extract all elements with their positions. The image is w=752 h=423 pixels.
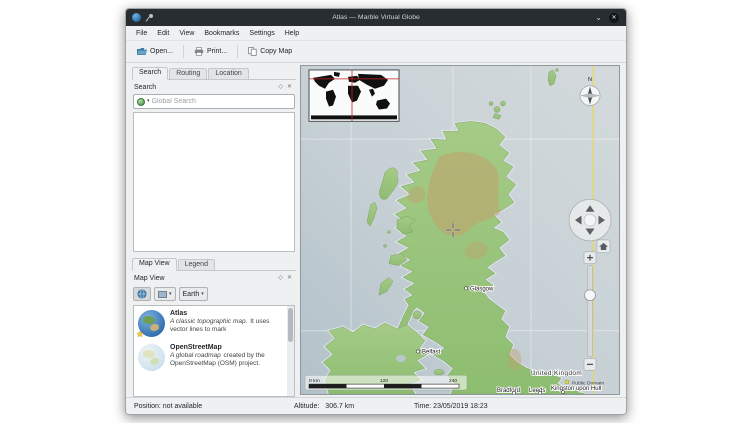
view-tabbar: Map View Legend [132, 256, 296, 271]
glasgow-label: Glasgow [470, 286, 494, 292]
menubar: File Edit View Bookmarks Settings Help [126, 26, 626, 41]
float-panel-icon[interactable]: ◇ [276, 274, 285, 283]
scale-zero-label: 0 km [309, 378, 320, 384]
status-time: Time: 23/05/2019 18:23 [414, 403, 488, 410]
united-kingdom-label: United Kingdom [531, 370, 582, 377]
tab-map-view[interactable]: Map View [132, 258, 177, 271]
search-input[interactable] [152, 98, 291, 105]
tab-legend[interactable]: Legend [178, 259, 215, 270]
mapview-panel-title: Map View [134, 275, 276, 282]
globe-projection-button[interactable] [133, 287, 151, 301]
celestial-body-value: Earth [183, 291, 200, 298]
copy-icon [248, 47, 257, 56]
tab-location[interactable]: Location [208, 68, 248, 79]
copy-map-button[interactable]: Copy Map [242, 44, 298, 59]
shade-window-icon[interactable]: ⌄ [595, 14, 602, 22]
search-panel-header: Search ◇ ✕ [132, 80, 296, 93]
global-search-field[interactable]: ▾ [133, 94, 295, 109]
atlas-thumbnail: ★ [138, 310, 165, 337]
print-label: Print... [207, 48, 227, 55]
status-altitude: Altitude: 306.7 km [294, 403, 382, 410]
theme-item-atlas[interactable]: ★ Atlas A classic topographic map. It us… [134, 306, 294, 340]
theme-description: A global roadmap created by the OpenStre… [170, 352, 284, 368]
open-label: Open... [150, 48, 173, 55]
chevron-down-icon: ▾ [201, 292, 204, 297]
lough-neagh [396, 355, 406, 362]
menu-help[interactable]: Help [280, 28, 304, 39]
zoom-slider-track[interactable] [588, 266, 593, 357]
overview-map-inset[interactable] [309, 70, 399, 121]
belfast-label: Belfast [422, 350, 441, 356]
close-panel-icon[interactable]: ✕ [285, 274, 294, 283]
search-panel-title: Search [134, 84, 276, 91]
projection-dropdown[interactable]: ▾ [154, 287, 176, 301]
altitude-value: 306.7 km [325, 403, 354, 410]
scale-bar: 0 km 120 240 [305, 375, 467, 390]
zoom-slider-handle[interactable] [585, 290, 596, 301]
close-window-icon[interactable]: ✕ [609, 13, 619, 23]
toolbar-separator [183, 45, 184, 58]
hull-label: Kingston upon Hull [551, 386, 601, 392]
flat-map-icon [158, 291, 167, 298]
leeds-label: Leeds [529, 388, 545, 394]
menu-file[interactable]: File [131, 28, 152, 39]
globe-projection-icon [137, 289, 147, 299]
search-results-list[interactable] [133, 112, 295, 252]
pin-icon[interactable] [145, 13, 154, 22]
menu-bookmarks[interactable]: Bookmarks [199, 28, 244, 39]
marble-window: Atlas — Marble Virtual Globe ⌄ ✕ File Ed… [125, 8, 627, 415]
toolbar-separator [237, 45, 238, 58]
map-theme-list: ★ Atlas A classic topographic map. It us… [133, 305, 295, 397]
statusbar: Position: not available Altitude: 306.7 … [126, 397, 626, 414]
home-button[interactable] [597, 240, 610, 253]
svg-text:Public Domain: Public Domain [572, 381, 604, 387]
status-position: Position: not available [134, 403, 294, 410]
tab-routing[interactable]: Routing [169, 68, 207, 79]
chevron-down-icon: ▾ [169, 292, 172, 297]
folder-open-icon [137, 47, 147, 56]
copy-map-label: Copy Map [260, 48, 292, 55]
scale-end-label: 240 [449, 378, 458, 384]
compass-north-label: N [588, 77, 592, 83]
navigation-pad[interactable] [569, 199, 611, 240]
search-tabbar: Search Routing Location [132, 65, 296, 80]
open-button[interactable]: Open... [131, 44, 179, 59]
titlebar[interactable]: Atlas — Marble Virtual Globe ⌄ ✕ [126, 9, 626, 26]
bradford-label: Bradford [497, 388, 520, 394]
openstreetmap-thumbnail [138, 344, 165, 371]
theme-name: OpenStreetMap [170, 344, 284, 351]
search-provider-arrow-icon[interactable]: ▾ [147, 99, 150, 104]
mapview-panel-header: Map View ◇ ✕ [132, 271, 296, 284]
menu-settings[interactable]: Settings [244, 28, 279, 39]
scale-mid-label: 120 [380, 378, 389, 384]
altitude-label: Altitude: [294, 403, 319, 410]
search-globe-icon [137, 98, 145, 106]
print-button[interactable]: Print... [188, 44, 233, 59]
scrollbar-handle[interactable] [288, 308, 293, 342]
menu-edit[interactable]: Edit [152, 28, 174, 39]
map-viewport[interactable]: Glasgow Belfast Bradford Leeds Kingston … [300, 65, 620, 395]
menu-view[interactable]: View [174, 28, 199, 39]
theme-description: A classic topographic map. It uses vecto… [170, 318, 284, 334]
float-panel-icon[interactable]: ◇ [276, 83, 285, 92]
close-panel-icon[interactable]: ✕ [285, 83, 294, 92]
printer-icon [194, 47, 204, 56]
favorite-star-icon[interactable]: ★ [136, 329, 144, 340]
window-title: Atlas — Marble Virtual Globe [126, 14, 626, 21]
sidebar: Search Routing Location Search ◇ ✕ ▾ Map… [126, 63, 298, 397]
map-canvas[interactable]: Glasgow Belfast Bradford Leeds Kingston … [301, 66, 619, 394]
theme-item-openstreetmap[interactable]: OpenStreetMap A global roadmap created b… [134, 340, 294, 374]
theme-name: Atlas [170, 310, 284, 317]
tab-search[interactable]: Search [132, 67, 168, 80]
mapview-controls: ▾ Earth ▾ [133, 286, 295, 302]
celestial-body-dropdown[interactable]: Earth ▾ [179, 287, 208, 301]
toolbar: Open... Print... Copy Map [126, 41, 626, 63]
theme-list-scrollbar[interactable] [287, 306, 294, 396]
